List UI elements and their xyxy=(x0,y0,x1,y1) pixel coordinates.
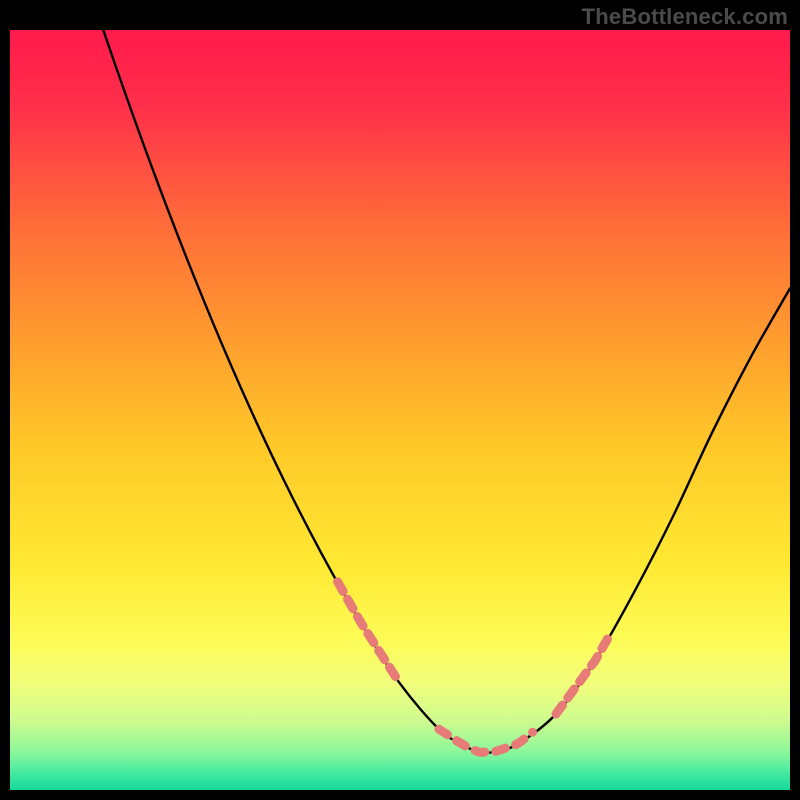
highlight-segment-right xyxy=(556,633,611,714)
plot-area xyxy=(10,30,790,790)
watermark-text: TheBottleneck.com xyxy=(582,4,788,30)
chart-frame: TheBottleneck.com xyxy=(0,0,800,800)
highlight-segment-left xyxy=(338,582,400,684)
highlight-segment-bottom xyxy=(439,729,533,752)
curve-svg xyxy=(10,30,790,790)
bottleneck-curve xyxy=(10,30,790,753)
